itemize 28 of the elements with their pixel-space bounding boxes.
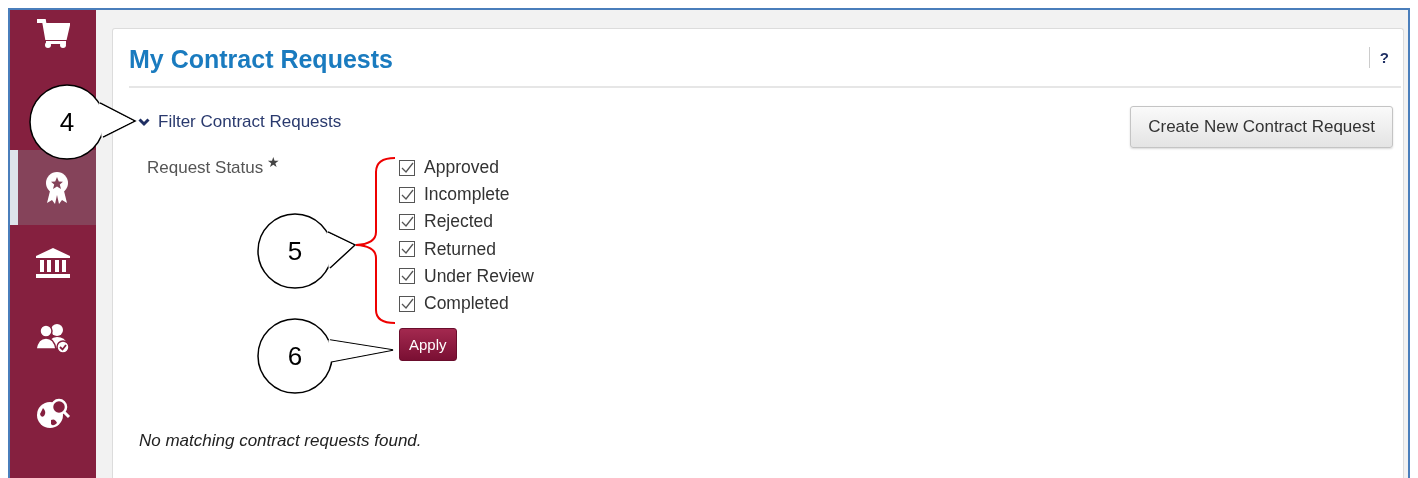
checkbox[interactable] [399,213,415,230]
callout-tooltip: 6 [257,318,394,394]
page-title: My Contract Requests [129,44,393,74]
checkbox-label: Returned [424,238,496,260]
users-check-icon [35,321,71,354]
checkbox-label: Under Review [424,265,534,287]
bank-icon [35,246,71,279]
checkbox-label: Approved [424,157,499,179]
empty-message: No matching contract requests found. [138,431,423,452]
callout-tooltip: 5 [257,213,357,289]
field-label: Request Status [147,158,264,178]
checkbox[interactable] [399,295,415,312]
checkbox-label: Incomplete [424,184,510,206]
nav-item[interactable] [10,150,96,225]
help-button[interactable]: ? [1368,47,1397,68]
create-request-button[interactable]: Create New Contract Request [1130,106,1393,148]
award-ribbon-icon [44,170,70,205]
checkbox-label: Completed [424,293,509,315]
checkbox-label: Rejected [424,211,494,233]
checkbox[interactable] [399,186,415,203]
checkbox[interactable] [399,241,415,258]
checkbox[interactable] [399,268,415,285]
chevron-icon [138,117,150,127]
apply-button[interactable]: Apply [399,328,457,362]
required-mark: ★ [267,154,281,170]
checkbox[interactable] [399,159,415,176]
cart-icon [36,18,70,50]
callout-tooltip: 4 [29,84,137,160]
